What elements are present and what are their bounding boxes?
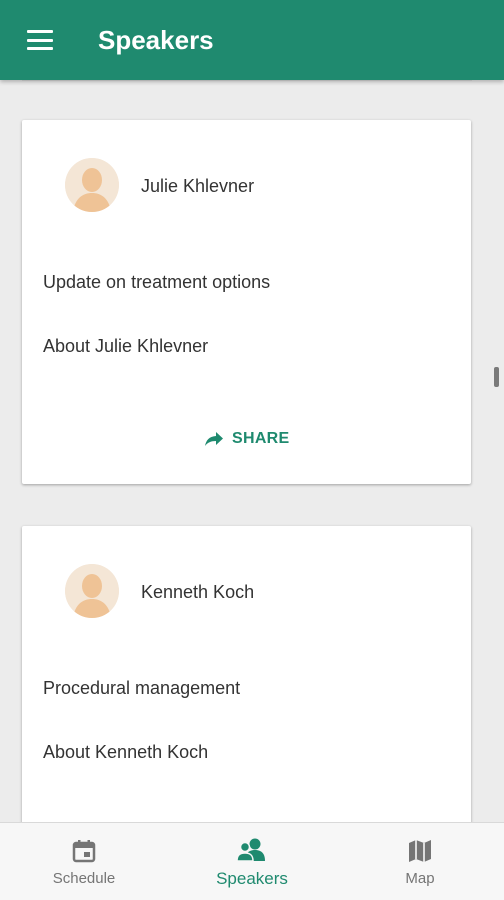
speaker-card: Julie Khlevner Update on treatment optio… xyxy=(22,120,471,484)
bottom-navigation: Schedule Speakers Map xyxy=(0,822,504,900)
divider xyxy=(22,80,472,81)
share-button[interactable]: SHARE xyxy=(204,430,290,448)
talk-title-link[interactable]: Procedural management xyxy=(43,678,240,699)
nav-label-schedule: Schedule xyxy=(52,870,116,887)
share-arrow-icon xyxy=(205,432,223,446)
nav-item-map[interactable]: Map xyxy=(336,823,504,900)
avatar xyxy=(65,158,119,212)
scrollbar[interactable] xyxy=(494,367,499,387)
page-title: Speakers xyxy=(98,24,214,55)
speaker-list[interactable]: Julie Khlevner Update on treatment optio… xyxy=(0,80,504,822)
speaker-name[interactable]: Julie Khlevner xyxy=(141,176,254,197)
menu-button[interactable] xyxy=(0,0,88,80)
nav-item-speakers[interactable]: Speakers xyxy=(168,823,336,900)
nav-item-schedule[interactable]: Schedule xyxy=(0,823,168,900)
about-speaker-link[interactable]: About Julie Khlevner xyxy=(43,336,208,357)
person-avatar-icon xyxy=(65,158,119,212)
person-avatar-icon xyxy=(65,564,119,618)
about-speaker-link[interactable]: About Kenneth Koch xyxy=(43,742,208,763)
nav-label-speakers: Speakers xyxy=(216,868,288,888)
share-label: SHARE xyxy=(232,430,290,447)
speaker-name[interactable]: Kenneth Koch xyxy=(141,582,254,603)
map-icon xyxy=(407,836,433,866)
avatar xyxy=(65,564,119,618)
calendar-icon xyxy=(71,836,97,866)
speaker-card: Kenneth Koch Procedural management About… xyxy=(22,526,471,822)
nav-label-map: Map xyxy=(405,870,435,887)
speakers-icon xyxy=(236,835,268,865)
app-bar: Speakers xyxy=(0,0,504,80)
talk-title-link[interactable]: Update on treatment options xyxy=(43,272,270,293)
hamburger-menu-icon xyxy=(27,30,53,50)
